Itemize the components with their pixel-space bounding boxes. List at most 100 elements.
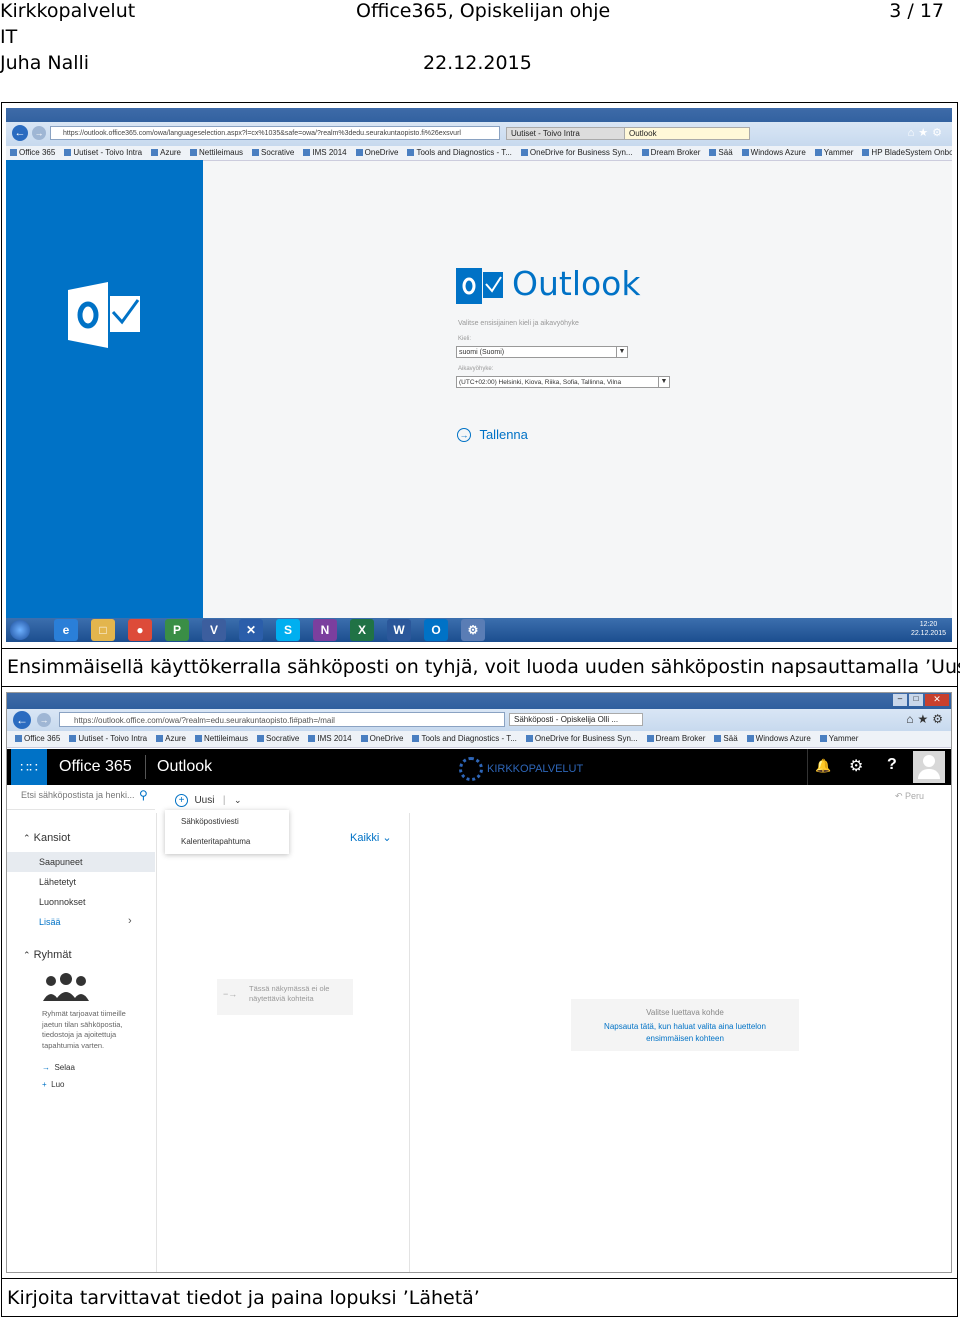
tools-icon[interactable]: ✕ (239, 619, 263, 641)
favorite-link[interactable]: Tools and Diagnostics - T... (407, 148, 512, 157)
gear-icon[interactable]: ⚙ (849, 756, 863, 776)
close-icon[interactable]: ✕ (925, 694, 949, 706)
maximize-icon[interactable]: □ (909, 694, 923, 706)
favorite-icon (525, 735, 533, 743)
favorite-link[interactable]: Tools and Diagnostics - T... (412, 734, 517, 743)
favorite-link[interactable]: Nettileimaus (195, 734, 248, 743)
outlook-mini-logo-icon (456, 268, 503, 304)
favorite-label: Uutiset - Toivo Intra (73, 148, 143, 157)
favorite-link[interactable]: OneDrive for Business Syn... (520, 148, 633, 157)
avatar[interactable] (913, 751, 945, 783)
favorite-link[interactable]: Dream Broker (646, 734, 705, 743)
favorite-link[interactable]: Sää (714, 734, 738, 743)
reading-pane-link[interactable]: Napsauta tätä, kun haluat valita aina lu… (583, 1021, 787, 1045)
favorite-link[interactable]: Yammer (819, 734, 858, 743)
favorite-link[interactable]: OneDrive for Business Syn... (525, 734, 638, 743)
favorite-link[interactable]: Uutiset - Toivo Intra (64, 148, 142, 157)
favorite-icon (252, 149, 260, 157)
outlook-taskbar-icon[interactable]: O (424, 619, 448, 641)
browser-tab-active[interactable]: Sähköposti - Opiskelija Olli ... (509, 713, 643, 726)
forward-icon[interactable]: → (37, 713, 51, 727)
browser-home-star-gear-icon[interactable]: ⌂★⚙ (906, 712, 947, 726)
favorite-link[interactable]: IMS 2014 (303, 148, 347, 157)
favorite-link[interactable]: Sää (709, 148, 733, 157)
app-title[interactable]: Outlook (157, 758, 212, 776)
back-icon[interactable]: ← (13, 711, 31, 729)
menu-item-calendar-event[interactable]: Kalenteritapahtuma (181, 837, 250, 846)
groups-browse-link[interactable]: → Selaa (42, 1063, 75, 1072)
folder-icon[interactable]: □ (91, 619, 115, 641)
favorite-icon (746, 735, 754, 743)
caption-first-use: Ensimmäisellä käyttökerralla sähköposti … (7, 656, 960, 678)
start-button-icon[interactable] (10, 620, 30, 640)
groups-create-link[interactable]: + Luo (42, 1080, 64, 1089)
help-icon[interactable]: ? (887, 756, 897, 774)
folder-sent[interactable]: Lähetetyt (39, 877, 76, 887)
excel-icon[interactable]: X (350, 619, 374, 641)
favorite-link[interactable]: Yammer (814, 148, 853, 157)
favorite-link[interactable]: Socrative (257, 734, 299, 743)
app-launcher-icon[interactable]: ∷∷ (11, 749, 47, 785)
chevron-right-icon[interactable]: › (128, 915, 132, 927)
folder-more[interactable]: Lisää (39, 917, 61, 927)
favorite-icon (646, 735, 654, 743)
folders-header[interactable]: ⌃ Kansiot (23, 832, 70, 844)
minimize-icon[interactable]: – (893, 694, 907, 706)
new-dropdown-menu: Sähköpostiviesti Kalenteritapahtuma (165, 810, 289, 854)
favorite-link[interactable]: Windows Azure (746, 734, 811, 743)
new-button[interactable]: + Uusi | ⌄ (175, 790, 242, 808)
publisher-icon[interactable]: P (165, 619, 189, 641)
search-icon[interactable]: ⚲ (139, 788, 148, 802)
chevron-up-icon: ⌃ (23, 950, 31, 960)
onenote-icon[interactable]: N (313, 619, 337, 641)
forward-icon[interactable]: → (32, 126, 46, 140)
favorite-link[interactable]: Dream Broker (641, 148, 700, 157)
undo-button[interactable]: ↶ Peru (895, 791, 924, 802)
back-icon[interactable]: ← (12, 125, 28, 141)
groups-icon (43, 973, 89, 1001)
browser-tab[interactable]: Uutiset - Toivo Intra (506, 127, 626, 140)
clock-time: 12:20 (919, 621, 938, 628)
favorite-link[interactable]: Azure (156, 734, 186, 743)
word-icon[interactable]: W (387, 619, 411, 641)
address-bar[interactable]: https://outlook.office365.com/owa/langua… (50, 126, 500, 140)
filter-dropdown[interactable]: Kaikki ⌄ (350, 831, 392, 844)
language-select[interactable]: suomi (Suomi) ▼ (456, 346, 628, 358)
visio-icon[interactable]: V (202, 619, 226, 641)
suite-title[interactable]: Office 365 (59, 758, 132, 776)
chevron-down-icon[interactable]: ⌄ (234, 795, 242, 805)
favorite-link[interactable]: OneDrive (355, 148, 399, 157)
favorite-link[interactable]: IMS 2014 (308, 734, 352, 743)
favorite-link[interactable]: Windows Azure (741, 148, 806, 157)
groups-header[interactable]: ⌃ Ryhmät (23, 949, 72, 961)
browser-home-star-gear-icon[interactable]: ⌂★⚙ (908, 126, 946, 139)
favorite-link[interactable]: Office 365 (10, 148, 55, 157)
suite-divider (807, 749, 808, 785)
bell-icon[interactable]: 🔔 (815, 758, 831, 774)
favorite-link[interactable]: Azure (151, 148, 181, 157)
intro-text: Valitse ensisijainen kieli ja aikavyöhyk… (458, 320, 579, 327)
favorite-link[interactable]: Socrative (252, 148, 294, 157)
favorite-link[interactable]: Uutiset - Toivo Intra (69, 734, 147, 743)
favorite-link[interactable]: Nettileimaus (190, 148, 243, 157)
favorite-link[interactable]: HP BladeSystem Onboard... (862, 148, 952, 157)
address-text: https://outlook.office365.com/owa/langua… (63, 130, 461, 137)
menu-item-email[interactable]: Sähköpostiviesti (181, 817, 239, 826)
table-divider (1, 1278, 958, 1279)
favorite-label: Sää (718, 148, 733, 157)
browser-tab-active[interactable]: Outlook (624, 127, 750, 140)
chrome-icon[interactable]: ● (128, 619, 152, 641)
folder-drafts[interactable]: Luonnokset (39, 897, 86, 907)
network-icon[interactable]: ⚙ (461, 619, 485, 641)
address-bar[interactable]: https://outlook.office.com/owa/?realm=ed… (59, 712, 505, 727)
folder-inbox[interactable]: Saapuneet (39, 857, 83, 867)
save-button[interactable]: → Tallenna (457, 426, 528, 444)
favorite-link[interactable]: OneDrive (360, 734, 403, 743)
favorite-label: OneDrive (364, 148, 399, 157)
ie-icon[interactable]: e (54, 619, 78, 641)
browser-titlebar: – □ ✕ (7, 693, 951, 709)
timezone-select[interactable]: (UTC+02:00) Helsinki, Kiova, Riika, Sofi… (456, 376, 670, 388)
favorite-link[interactable]: Office 365 (15, 734, 60, 743)
skype-icon[interactable]: S (276, 619, 300, 641)
search-input[interactable]: Etsi sähköpostista ja henki... (21, 790, 151, 806)
